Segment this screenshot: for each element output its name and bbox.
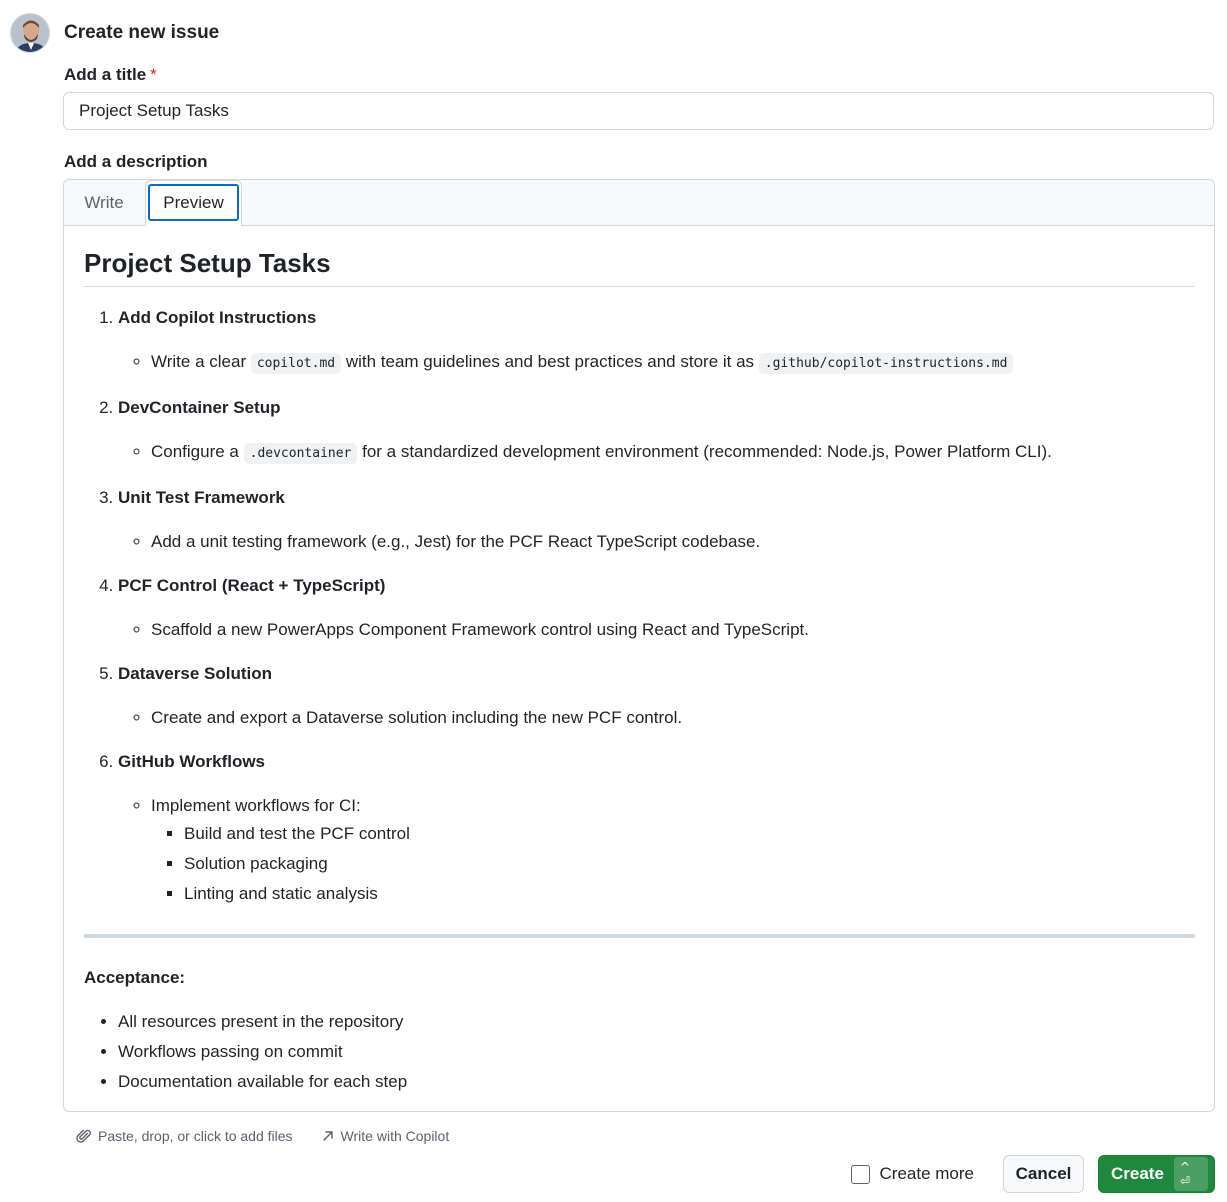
task-item: DevContainer Setup Configure a .devconta… <box>118 395 1195 467</box>
task-title: Dataverse Solution <box>118 664 272 683</box>
title-label-text: Add a title <box>64 65 147 84</box>
task-text: Implement workflows for CI: <box>151 796 361 815</box>
task-description: Scaffold a new PowerApps Component Frame… <box>151 617 1195 643</box>
task-description: Create and export a Dataverse solution i… <box>151 705 1195 731</box>
task-description: Configure a .devcontainer for a standard… <box>151 439 1195 467</box>
tab-preview[interactable]: Preview <box>148 184 239 221</box>
task-item: Unit Test Framework Add a unit testing f… <box>118 485 1195 555</box>
task-subitems: Add a unit testing framework (e.g., Jest… <box>118 529 1195 555</box>
task-subitems: Implement workflows for CI: Build and te… <box>118 793 1195 909</box>
acceptance-title: Acceptance: <box>84 968 186 987</box>
create-more-label: Create more <box>879 1164 974 1183</box>
form-actions: Create more Cancel Create ^ ⏎ <box>850 1155 1215 1193</box>
workflow-item: Solution packaging <box>184 849 1195 879</box>
task-title: DevContainer Setup <box>118 398 281 417</box>
editor-footer-tools: Paste, drop, or click to add files Write… <box>76 1128 449 1144</box>
acceptance-item: Documentation available for each step <box>118 1067 1195 1097</box>
description-label: Add a description <box>64 152 208 171</box>
task-title: Unit Test Framework <box>118 488 285 507</box>
editor-tabbar: Write Preview <box>64 180 1214 226</box>
task-description: Write a clear copilot.md with team guide… <box>151 349 1195 377</box>
keyboard-shortcut-hint: ^ ⏎ <box>1173 1157 1208 1191</box>
create-more-toggle[interactable]: Create more <box>850 1164 974 1184</box>
task-subitems: Configure a .devcontainer for a standard… <box>118 439 1195 467</box>
acceptance-list: All resources present in the repository … <box>84 1007 1195 1097</box>
tab-write[interactable]: Write <box>72 180 136 226</box>
arrow-up-right-icon <box>322 1131 333 1141</box>
description-editor: Write Preview Project Setup Tasks Add Co… <box>63 179 1215 1112</box>
markdown-preview: Project Setup Tasks Add Copilot Instruct… <box>64 226 1214 1097</box>
required-mark: * <box>150 65 157 84</box>
workflow-item: Linting and static analysis <box>184 879 1195 909</box>
write-with-copilot-label: Write with Copilot <box>340 1128 450 1144</box>
page-title: Create new issue <box>64 22 220 43</box>
task-subitems: Create and export a Dataverse solution i… <box>118 705 1195 731</box>
workflow-item: Build and test the PCF control <box>184 819 1195 849</box>
user-avatar[interactable] <box>10 13 50 53</box>
paperclip-icon <box>76 1129 91 1143</box>
write-with-copilot-button[interactable]: Write with Copilot <box>321 1128 450 1144</box>
acceptance-item: Workflows passing on commit <box>118 1037 1195 1067</box>
task-subitems: Write a clear copilot.md with team guide… <box>118 349 1195 377</box>
task-item: GitHub Workflows Implement workflows for… <box>118 749 1195 909</box>
title-label: Add a title * <box>64 65 157 85</box>
task-description: Add a unit testing framework (e.g., Jest… <box>151 529 1195 555</box>
task-item: Add Copilot Instructions Write a clear c… <box>118 305 1195 377</box>
inline-code: .devcontainer <box>243 443 358 464</box>
attach-files-label: Paste, drop, or click to add files <box>98 1128 293 1144</box>
task-subitems: Scaffold a new PowerApps Component Frame… <box>118 617 1195 643</box>
inline-code: .github/copilot-instructions.md <box>758 353 1014 374</box>
acceptance-item: All resources present in the repository <box>118 1007 1195 1037</box>
task-text: with team guidelines and best practices … <box>341 352 759 371</box>
task-text: Write a clear <box>151 352 251 371</box>
title-input[interactable] <box>63 92 1214 130</box>
task-title: PCF Control (React + TypeScript) <box>118 576 386 595</box>
attach-files-button[interactable]: Paste, drop, or click to add files <box>76 1128 293 1144</box>
task-text: Configure a <box>151 442 244 461</box>
task-description: Implement workflows for CI: Build and te… <box>151 793 1195 909</box>
create-more-checkbox[interactable] <box>850 1164 870 1184</box>
task-item: PCF Control (React + TypeScript) Scaffol… <box>118 573 1195 643</box>
section-divider <box>84 934 1195 938</box>
task-list: Add Copilot Instructions Write a clear c… <box>84 305 1195 909</box>
create-button-label: Create <box>1111 1164 1164 1183</box>
inline-code: copilot.md <box>250 353 342 374</box>
preview-heading: Project Setup Tasks <box>84 226 1195 287</box>
create-button[interactable]: Create ^ ⏎ <box>1098 1155 1215 1193</box>
cancel-button[interactable]: Cancel <box>1003 1155 1084 1193</box>
task-title: Add Copilot Instructions <box>118 308 317 327</box>
task-title: GitHub Workflows <box>118 752 266 771</box>
task-item: Dataverse Solution Create and export a D… <box>118 661 1195 731</box>
workflow-list: Build and test the PCF control Solution … <box>151 819 1195 909</box>
avatar-portrait-icon <box>11 14 49 52</box>
task-text: for a standardized development environme… <box>357 442 1052 461</box>
